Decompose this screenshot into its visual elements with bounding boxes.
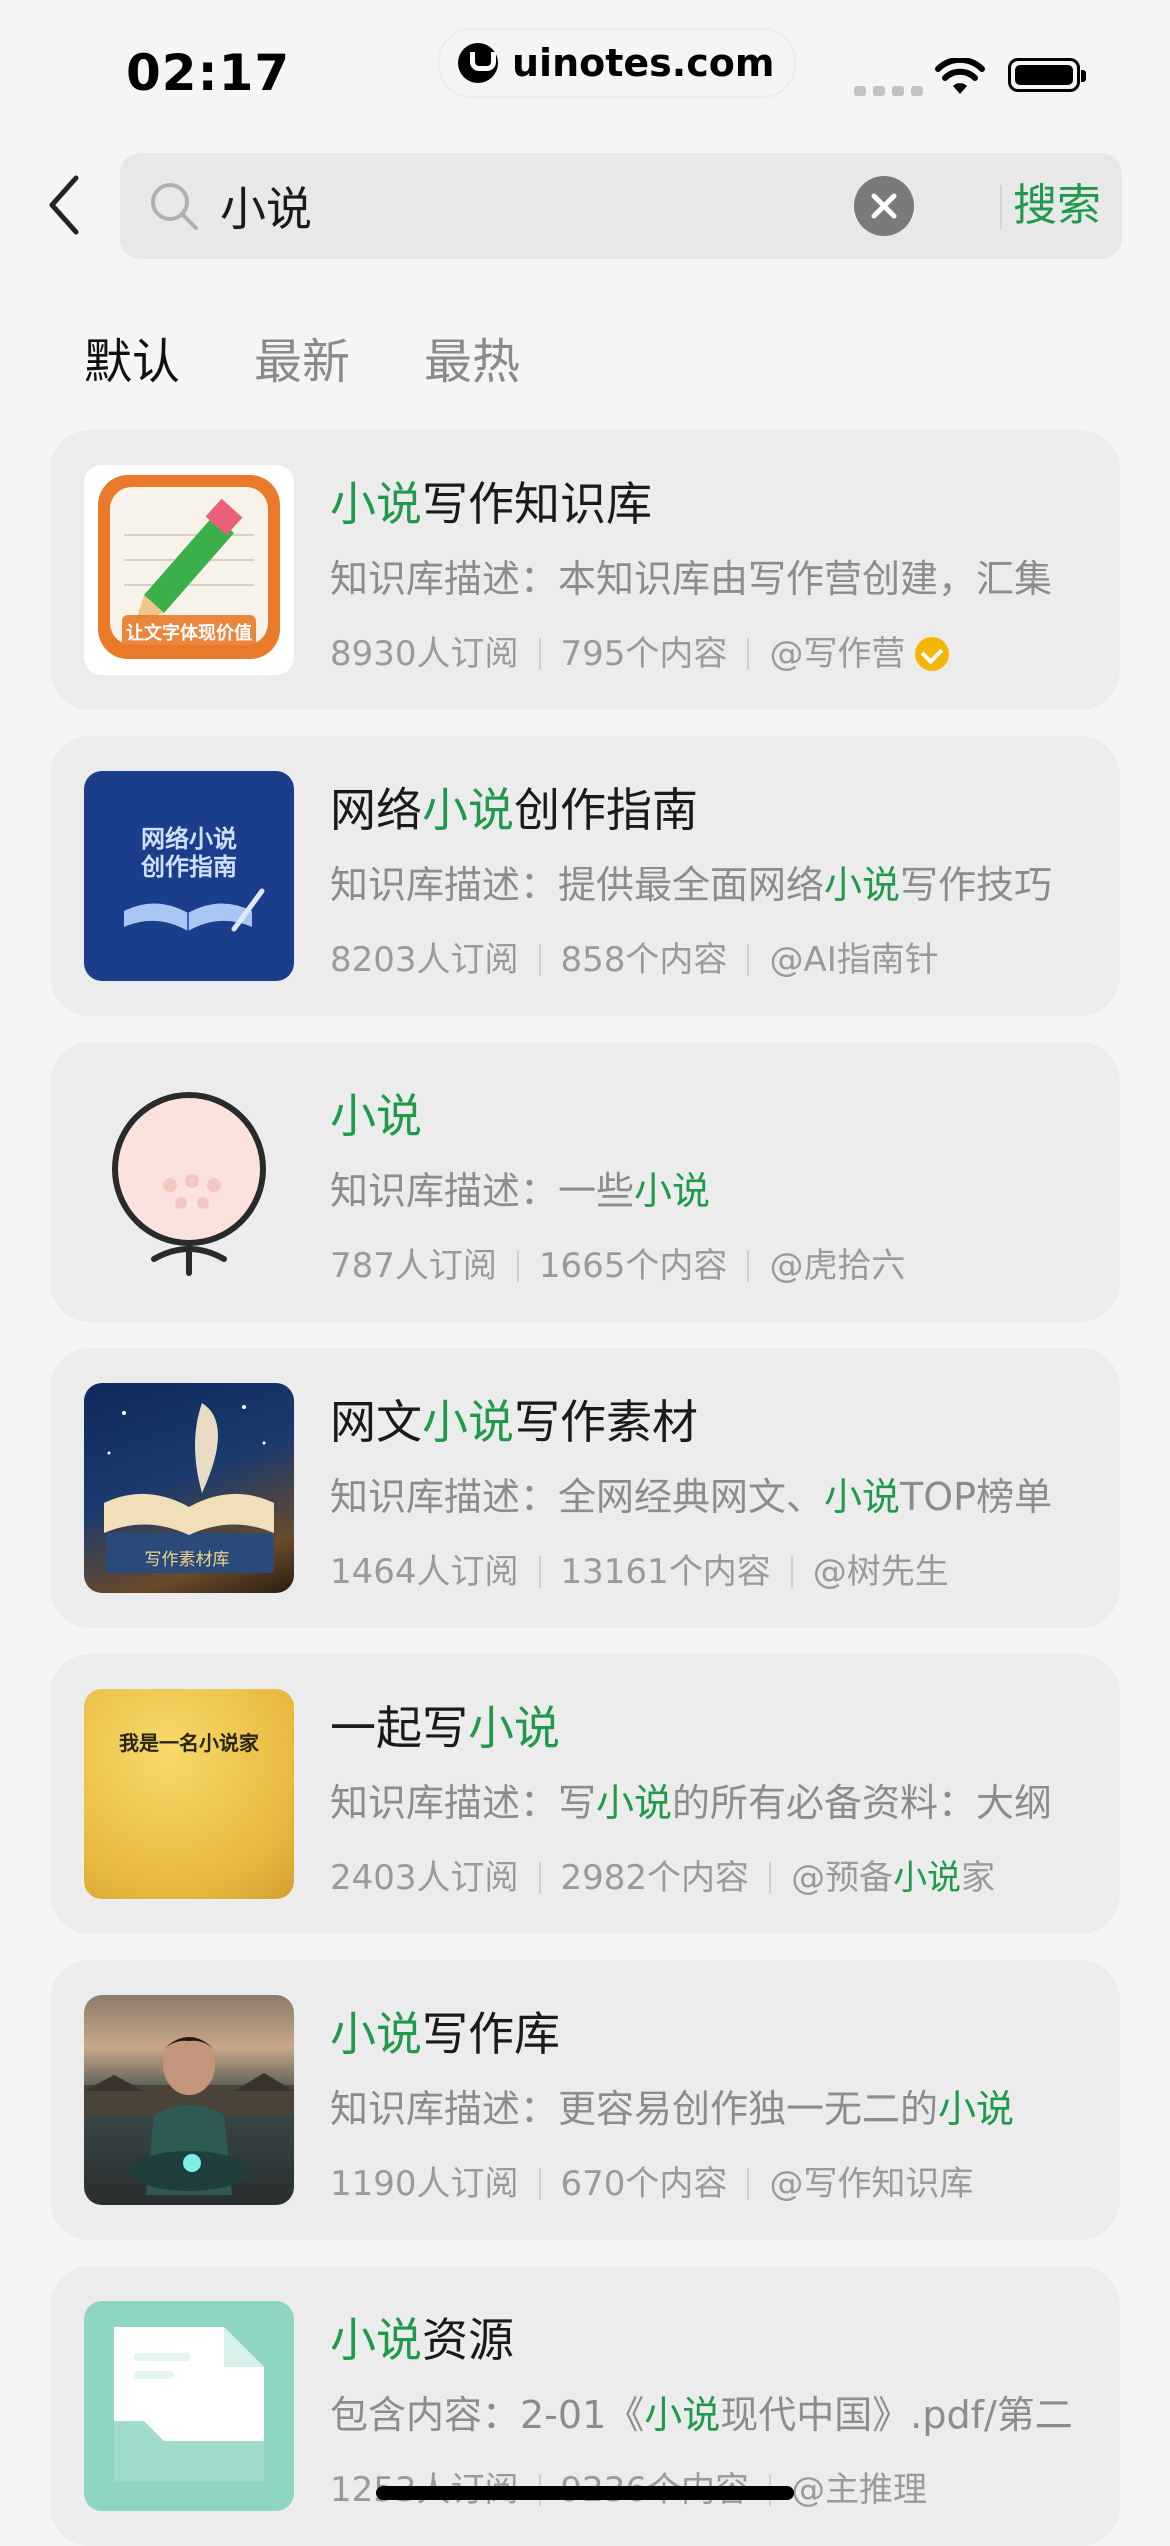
watermark-text: uinotes.com [512,41,775,85]
author-name: @预备小说家 [791,1858,996,1898]
result-meta: 787人订阅 1665个内容 @虎拾六 [330,1238,905,1287]
author-name: @写作营 [769,634,906,674]
content-count: 2982个内容 [560,1858,750,1898]
author-name: @主推理 [791,2470,928,2510]
content-count: 13161个内容 [560,1552,771,1592]
result-card[interactable]: 小说资源 包含内容：2-01《小说现代中国》.pdf/第二 1253人订阅923… [50,2266,1120,2546]
author-name: @AI指南针 [769,940,939,980]
wifi-icon [935,58,985,94]
status-bar: 02:17 uinotes.com [0,0,1170,140]
knowledge-base-thumbnail: 写作素材库 [84,1383,294,1593]
author-name: @树先生 [812,1552,949,1592]
result-description: 知识库描述：提供最全面网络小说写作技巧 [330,863,1053,907]
result-title: 小说写作库 [330,2007,560,2061]
result-description: 知识库描述：一些小说 [330,1169,711,1213]
subscriber-count: 8930人订阅 [330,634,519,674]
result-card[interactable]: 网络小说创作指南 网络小说创作指南 知识库描述：提供最全面网络小说写作技巧 82… [50,736,1120,1016]
result-description: 知识库描述：全网经典网文、小说TOP榜单 [330,1475,1053,1519]
knowledge-base-thumbnail: 让文字体现价值 [84,465,294,675]
author-name: @虎拾六 [769,1246,906,1286]
result-card[interactable]: 小说写作库 知识库描述：更容易创作独一无二的小说 1190人订阅 670个内容 @写… [50,1960,1120,2240]
knowledge-base-thumbnail [84,1077,294,1287]
tab-latest[interactable]: 最新 [254,322,350,392]
content-count: 670个内容 [560,2164,728,2204]
thumbnail-caption: 让文字体现价值 [126,623,252,644]
subscriber-count: 1464人订阅 [330,1552,519,1592]
search-bar: 搜索 [120,153,1122,259]
result-description: 知识库描述：写小说的所有必备资料：大纲 [330,1781,1053,1825]
thumbnail-caption: 我是一名小说家 [119,1731,259,1755]
result-title: 小说资源 [330,2313,514,2367]
result-description: 知识库描述：本知识库由写作营创建，汇集 [330,557,1053,601]
subscriber-count: 787人订阅 [330,1246,497,1286]
author-name: @写作知识库 [769,2164,974,2204]
sort-tabs: 默认 最新 最热 [84,322,520,392]
file-thumbnail-icon [84,2301,294,2511]
search-button[interactable]: 搜索 [992,175,1122,237]
result-meta: 2403人订阅 2982个内容 @预备小说家 [330,1850,995,1899]
content-count: 1665个内容 [538,1246,728,1286]
cellular-signal-icon [854,86,923,96]
subscriber-count: 2403人订阅 [330,1858,519,1898]
result-meta: 8930人订阅 795个内容 @写作营 [330,626,950,675]
result-title: 小说 [330,1089,422,1143]
result-description: 包含内容：2-01《小说现代中国》.pdf/第二 [330,2393,1073,2437]
search-icon [151,183,198,230]
result-card[interactable]: 写作素材库 网文小说写作素材 知识库描述：全网经典网文、小说TOP榜单 1464… [50,1348,1120,1628]
knowledge-base-thumbnail: 我是一名小说家 [84,1689,294,1899]
result-title: 网络小说创作指南 [330,783,698,837]
result-meta: 1190人订阅 670个内容 @写作知识库 [330,2156,973,2205]
watermark-badge: uinotes.com [438,28,797,98]
thumbnail-caption: 写作素材库 [144,1550,230,1570]
result-description: 知识库描述：更容易创作独一无二的小说 [330,2087,1015,2131]
subscriber-count: 8203人订阅 [330,940,519,980]
home-indicator[interactable] [376,2486,794,2500]
content-count: 858个内容 [560,940,728,980]
result-card[interactable]: 小说 知识库描述：一些小说 787人订阅 1665个内容 @虎拾六 [50,1042,1120,1322]
status-time: 02:17 [126,44,291,102]
result-title: 一起写小说 [330,1701,560,1755]
clear-icon[interactable] [854,176,914,236]
result-card[interactable]: 我是一名小说家 一起写小说 知识库描述：写小说的所有必备资料：大纲 2403人订… [50,1654,1120,1934]
content-count: 795个内容 [560,634,728,674]
battery-icon [1008,58,1086,92]
result-meta: 1464人订阅 13161个内容 @树先生 [330,1544,949,1593]
knowledge-base-thumbnail: 网络小说创作指南 [84,771,294,981]
tab-hottest[interactable]: 最热 [424,322,520,392]
verified-badge-icon [915,637,950,671]
result-card[interactable]: 让文字体现价值 小说写作知识库 知识库描述：本知识库由写作营创建，汇集 8930… [50,430,1120,710]
knowledge-base-thumbnail [84,1995,294,2205]
result-title: 网文小说写作素材 [330,1395,698,1449]
result-title: 小说写作知识库 [330,477,652,531]
search-input[interactable] [220,173,940,239]
subscriber-count: 1190人订阅 [330,2164,519,2204]
tab-default[interactable]: 默认 [84,322,180,392]
result-meta: 8203人订阅 858个内容 @AI指南针 [330,932,939,981]
back-chevron-icon[interactable] [40,170,90,240]
uinotes-logo-icon [458,43,498,83]
